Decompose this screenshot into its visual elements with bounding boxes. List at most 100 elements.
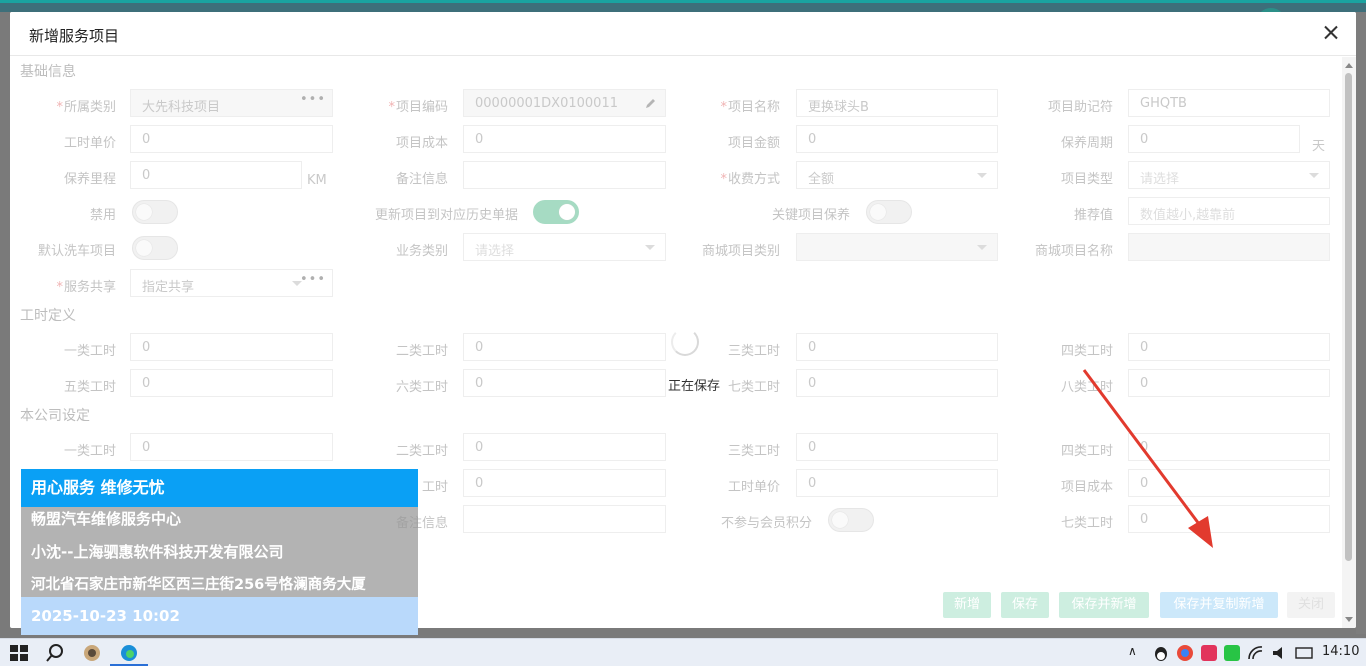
labor-l5-input[interactable]: 0 [130,369,333,397]
default-wash-label: 默认洗车项目 [37,244,116,259]
labor-l6-input[interactable]: 0 [463,369,666,397]
labor-l4-input[interactable]: 0 [1128,333,1330,361]
scroll-up-icon[interactable] [1345,63,1353,68]
loading-text: 正在保存 [668,379,721,394]
volume-icon[interactable] [1270,643,1290,663]
background-app-header [0,0,1366,12]
vertical-scrollbar[interactable] [1342,57,1356,628]
key-maint-label: 关键项目保养 [771,208,850,223]
form-row: *服务共享 指定共享 ••• [10,269,1342,299]
save-copy-add-button[interactable]: 保存并复制新增 [1160,592,1278,618]
charge-mode-label: 收费方式 [727,172,780,187]
company-l3-label: 三类工时 [727,444,780,459]
add-button[interactable]: 新增 [943,592,991,618]
name-label: 项目名称 [727,100,780,115]
default-wash-toggle[interactable] [132,236,178,260]
labor-l7-input[interactable]: 0 [796,369,998,397]
maint-period-input[interactable]: 0 [1128,125,1300,153]
mall-category-label: 商城项目类别 [701,244,780,259]
close-icon[interactable] [1320,22,1342,44]
background-app-edge [1356,12,1366,634]
input-method-icon[interactable] [1294,643,1314,663]
save-and-add-button[interactable]: 保存并新增 [1059,592,1149,618]
category-input[interactable]: 大先科技项目 ••• [130,89,333,117]
labor-l1-input[interactable]: 0 [130,333,333,361]
company-l6-input[interactable]: 0 [463,469,666,497]
watermark-line-4: 河北省石家庄市新华区西三庄街256号恪澜商务大厦 [31,577,366,593]
maint-mileage-input[interactable]: 0 [130,161,302,189]
no-points-label: 不参与会员积分 [720,516,812,531]
form-row: *所属类别 大先科技项目 ••• *项目编码 00000001DX0100011 … [10,89,1342,119]
labor-l1-label: 一类工时 [63,344,116,359]
edge-browser-icon[interactable] [119,643,139,663]
background-app-accent [0,0,1366,3]
mall-name-input[interactable] [1128,233,1330,261]
recommend-input[interactable]: 数值越小,越靠前 [1128,197,1330,225]
item-type-label: 项目类型 [1060,172,1113,187]
company-l3-input[interactable]: 0 [796,433,998,461]
recommend-label: 推荐值 [1073,208,1113,223]
mall-name-label: 商城项目名称 [1034,244,1113,259]
labor-l5-label: 五类工时 [63,380,116,395]
chevron-down-icon [977,173,987,178]
watermark-line-3: 小沈--上海驷惠软件科技开发有限公司 [31,543,284,561]
app-icon[interactable] [82,643,102,663]
scroll-down-icon[interactable] [1345,617,1353,622]
mnemonic-input[interactable]: GHQTB [1128,89,1330,117]
cost-label: 项目成本 [395,136,448,151]
edit-pencil-icon[interactable] [645,97,657,109]
key-maint-toggle[interactable] [866,200,912,224]
chrome-icon[interactable] [1175,643,1195,663]
company-l1-label: 一类工时 [63,444,116,459]
labor-price-label: 工时单价 [63,136,116,151]
section-labor-def: 工时定义 [20,308,76,324]
item-type-select[interactable]: 请选择 [1128,161,1330,189]
labor-l3-input[interactable]: 0 [796,333,998,361]
save-button[interactable]: 保存 [1001,592,1049,618]
labor-l2-input[interactable]: 0 [463,333,666,361]
qq-icon[interactable] [1151,643,1171,663]
mnemonic-label: 项目助记符 [1047,100,1113,115]
section-company: 本公司设定 [20,408,90,424]
more-icon[interactable]: ••• [300,272,326,287]
company-l1-input[interactable]: 0 [130,433,333,461]
labor-l6-label: 六类工时 [395,380,448,395]
charge-mode-select[interactable]: 全额 [796,161,998,189]
dialog-title: 新增服务项目 [29,27,120,45]
mall-category-select[interactable] [796,233,998,261]
share-select[interactable]: 指定共享 ••• [130,269,333,297]
company-remark-input[interactable] [463,505,666,533]
update-history-toggle[interactable] [533,200,579,224]
maint-mileage-label: 保养里程 [63,172,116,187]
labor-price-input[interactable]: 0 [130,125,333,153]
company-labor-price-input[interactable]: 0 [796,469,998,497]
labor-l7-label: 七类工时 [727,380,780,395]
windows-start-icon[interactable] [9,643,29,663]
more-icon[interactable]: ••• [300,92,326,107]
amount-input[interactable]: 0 [796,125,998,153]
cost-input[interactable]: 0 [463,125,666,153]
remark-input[interactable] [463,161,666,189]
windows-taskbar: ∧ 14:10 [0,638,1366,666]
tray-chevron-up-icon[interactable]: ∧ [1128,644,1137,658]
search-icon[interactable] [45,643,65,663]
company-l2-input[interactable]: 0 [463,433,666,461]
labor-l2-label: 二类工时 [395,344,448,359]
network-icon[interactable] [1246,643,1266,663]
scrollbar-thumb[interactable] [1345,73,1352,561]
clock-time: 14:10 [1322,644,1360,659]
close-button[interactable]: 关闭 [1287,592,1335,618]
biz-category-select[interactable]: 请选择 [463,233,666,261]
company-l2-label: 二类工时 [395,444,448,459]
disabled-toggle[interactable] [132,200,178,224]
red-app-icon[interactable] [1199,643,1219,663]
code-input[interactable]: 00000001DX0100011 [463,89,666,117]
maint-period-label: 保养周期 [1060,136,1113,151]
wechat-icon[interactable] [1222,643,1242,663]
km-unit: KM [307,173,327,188]
no-points-toggle[interactable] [828,508,874,532]
labor-l4-label: 四类工时 [1060,344,1113,359]
name-input[interactable]: 更换球头B [796,89,998,117]
dialog-header: 新增服务项目 [10,12,1356,56]
category-label: 所属类别 [63,100,116,115]
